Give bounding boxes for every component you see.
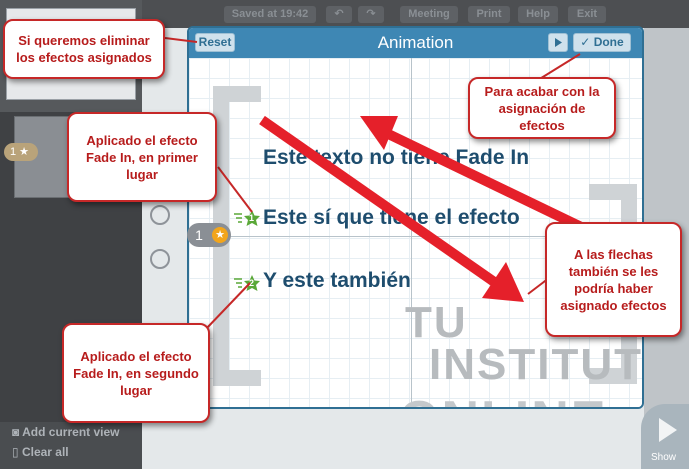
callout-first-effect: Aplicado el efecto Fade In, en primer lu… <box>67 112 217 202</box>
callout-reset: Si queremos eliminar los efectos asignad… <box>3 19 165 79</box>
callout-done: Para acabar con la asignación de efectos <box>468 77 616 139</box>
callout-arrows: A las flechas también se les podría habe… <box>545 222 682 337</box>
callout-second-effect: Aplicado el efecto Fade In, en segundo l… <box>62 323 210 423</box>
